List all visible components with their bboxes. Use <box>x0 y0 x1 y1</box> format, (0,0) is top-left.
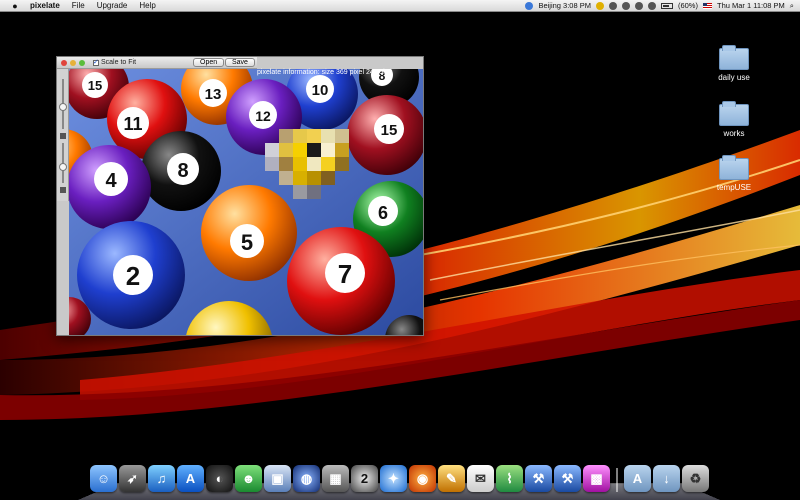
ball-number: 2 <box>126 261 140 291</box>
scale-to-fit-label: Scale to Fit <box>101 59 137 66</box>
ball-number: 12 <box>255 108 271 124</box>
menu-clock[interactable]: Thu Mar 1 11:08 PM <box>717 1 785 10</box>
desktop-folder-label: tempUSE <box>716 183 752 192</box>
preview-icon[interactable]: ▣ <box>264 465 291 492</box>
billiard-balls-photo: 15 13 12 10 8 11 15 8 4 5 6 2 7 <box>69 69 423 335</box>
folder-icon <box>719 45 749 70</box>
window-controls <box>61 59 85 66</box>
ball-number: 8 <box>177 160 188 182</box>
menu-file[interactable]: File <box>66 0 91 12</box>
app-store-icon[interactable]: A <box>177 465 204 492</box>
menu-bar: ● pixelate File Upgrade Help Beijing 3:0… <box>0 0 800 12</box>
window-toolbar: Scale to Fit Open Save <box>57 57 257 69</box>
desktop-folder-daily-use[interactable]: daily use <box>704 45 764 82</box>
finder-icon[interactable]: ☺ <box>90 465 117 492</box>
desktop-folder-tempuse[interactable]: tempUSE <box>704 155 764 192</box>
folder-icon <box>719 155 749 180</box>
volume-icon[interactable] <box>647 1 656 10</box>
firefox-icon[interactable]: ◉ <box>409 465 436 492</box>
minimize-button[interactable] <box>70 59 76 66</box>
desktop-folder-label: daily use <box>718 73 750 82</box>
desktop-folder-works[interactable]: works <box>704 101 764 138</box>
folder-icon <box>719 101 749 126</box>
maps-icon[interactable]: ⌇ <box>496 465 523 492</box>
pixelate-info-text: pixelate information: size 369 pixel 24 … <box>257 69 391 76</box>
color-slider-knob[interactable] <box>59 163 67 171</box>
photo-booth-icon[interactable]: ▦ <box>322 465 349 492</box>
zoom-button[interactable] <box>79 59 85 66</box>
battery-percentage[interactable]: (60%) <box>678 1 698 10</box>
wifi-icon[interactable] <box>634 1 643 10</box>
spotlight-icon[interactable]: ⌕ <box>790 1 794 11</box>
world-clock-icon[interactable] <box>525 1 534 10</box>
terminal-icon[interactable]: 2 <box>351 465 378 492</box>
open-button[interactable]: Open <box>193 58 225 67</box>
dock: ☺ ➶ ♫ A ◐ ☻ ▣ ◍ ▦ 2 ✦ ◉ ✎ ✉ ⌇ ⚒ ⚒ ▩ A ↓ … <box>90 460 709 492</box>
ball-number: 5 <box>241 230 253 255</box>
itunes-icon[interactable]: ♫ <box>148 465 175 492</box>
rocket-icon[interactable]: ➶ <box>119 465 146 492</box>
input-source-flag-icon[interactable] <box>702 2 712 9</box>
scale-to-fit-checkbox[interactable] <box>93 58 99 66</box>
close-button[interactable] <box>61 59 67 66</box>
dev-tools-icon[interactable]: ⚒ <box>554 465 581 492</box>
battery-icon[interactable] <box>660 2 673 9</box>
grid-icon <box>60 133 66 139</box>
menu-app-name[interactable]: pixelate <box>24 0 66 12</box>
dashboard-icon[interactable]: ◐ <box>206 465 233 492</box>
menu-help[interactable]: Help <box>133 0 161 12</box>
ball-number: 13 <box>205 86 222 103</box>
pixelate-window: Scale to Fit Open Save <box>56 56 424 336</box>
xcode-icon[interactable]: ⚒ <box>525 465 552 492</box>
ball-number: 10 <box>312 82 329 99</box>
world-clock-text[interactable]: Beijing 3:08 PM <box>538 1 591 10</box>
color-icon <box>60 187 66 193</box>
ball-number: 15 <box>88 78 102 93</box>
ball-number: 4 <box>105 170 117 192</box>
dock-separator <box>616 468 618 492</box>
bluetooth-icon[interactable] <box>608 1 617 10</box>
menu-extras: Beijing 3:08 PM (60%) Thu Mar 1 11:08 PM… <box>525 1 800 11</box>
apple-menu-icon[interactable]: ● <box>6 1 24 11</box>
desktop-folder-label: works <box>723 129 745 138</box>
ball-number: 11 <box>123 114 142 134</box>
pixel-slider-knob[interactable] <box>59 103 67 111</box>
google-earth-icon[interactable]: ◍ <box>293 465 320 492</box>
trash-icon[interactable]: ♻ <box>682 465 709 492</box>
applications-folder-icon[interactable]: A <box>624 465 651 492</box>
downloads-folder-icon[interactable]: ↓ <box>653 465 680 492</box>
sync-icon[interactable] <box>595 1 604 10</box>
pixelated-image: 15 13 12 10 8 11 15 8 4 5 6 2 7 <box>69 69 423 335</box>
ichat-icon[interactable]: ☻ <box>235 465 262 492</box>
textedit-icon[interactable]: ✉ <box>467 465 494 492</box>
grid-app-icon[interactable]: ▩ <box>583 465 610 492</box>
ball-number: 15 <box>381 122 398 139</box>
safari-icon[interactable]: ✦ <box>380 465 407 492</box>
menu-upgrade[interactable]: Upgrade <box>91 0 134 12</box>
pixel-size-controls <box>57 69 69 201</box>
time-machine-icon[interactable] <box>621 1 630 10</box>
keynote-icon[interactable]: ✎ <box>438 465 465 492</box>
ball-number: 6 <box>378 203 388 223</box>
ball-number: 7 <box>338 259 352 289</box>
save-button[interactable]: Save <box>225 58 255 67</box>
